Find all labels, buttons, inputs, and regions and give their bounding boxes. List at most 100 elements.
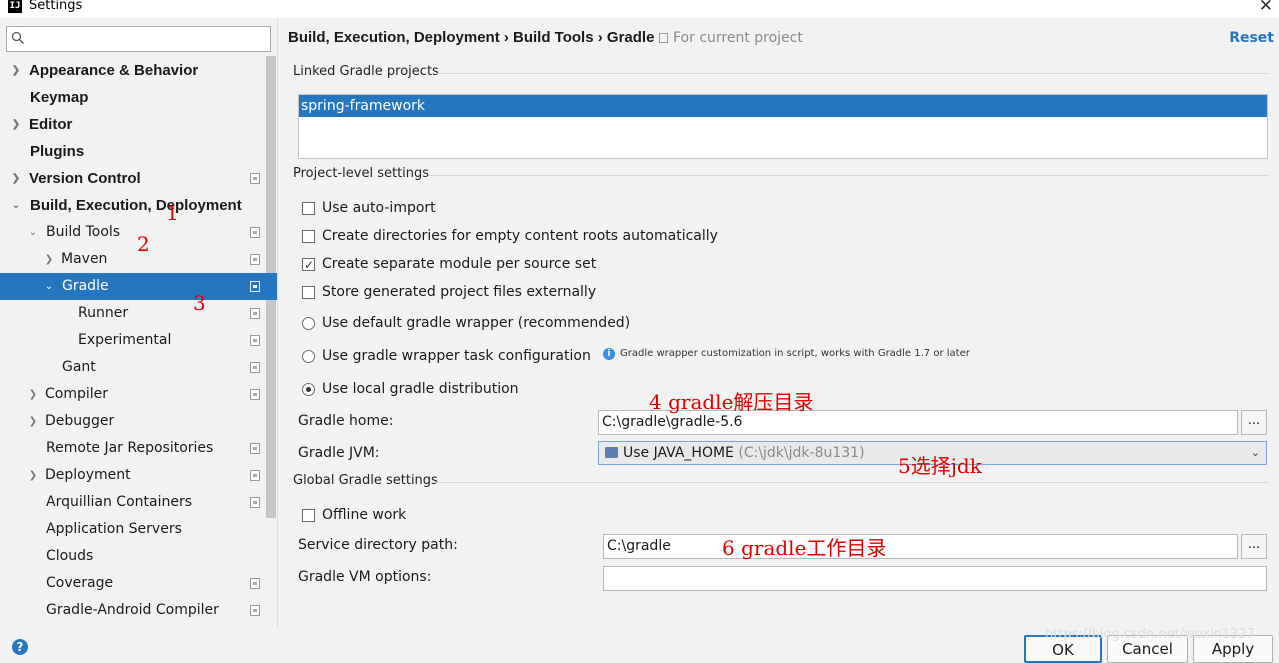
divider <box>429 175 1269 176</box>
sidebar-item-editor[interactable]: ❯ Editor <box>0 111 266 138</box>
sidebar-item-appearance[interactable]: ❯ Appearance & Behavior <box>0 57 266 84</box>
gradle-jvm-select[interactable]: Use JAVA_HOME (C:\jdk\jdk-8u131) ⌄ <box>598 441 1267 465</box>
chevron-down-icon: ⌄ <box>44 281 54 292</box>
project-settings-icon <box>250 578 260 589</box>
vm-options-field[interactable] <box>603 566 1267 591</box>
checkbox-label: Create separate module per source set <box>322 256 597 272</box>
sidebar-item-clouds[interactable]: Clouds <box>0 543 266 570</box>
chevron-right-icon: ❯ <box>28 470 38 481</box>
radio-label: Use gradle wrapper task configuration <box>322 348 591 364</box>
checkbox-box[interactable] <box>302 255 315 275</box>
scope-text: For current project <box>673 30 803 46</box>
sidebar-item-label: Maven <box>61 251 108 267</box>
sidebar-item-experimental[interactable]: Experimental <box>0 327 266 354</box>
chevron-right-icon: ❯ <box>11 65 21 76</box>
checkbox-box[interactable] <box>302 509 315 522</box>
project-settings-icon <box>250 335 260 346</box>
checkbox-box[interactable] <box>302 286 315 299</box>
section-linked-projects: Linked Gradle projects <box>293 64 439 79</box>
sidebar-item-keymap[interactable]: Keymap <box>0 84 266 111</box>
radio-label: Use local gradle distribution <box>322 381 519 397</box>
divider <box>437 73 1269 74</box>
service-dir-browse-button[interactable]: ... <box>1241 534 1267 559</box>
gradle-home-field[interactable]: C:\gradle\gradle-5.6 <box>598 410 1238 435</box>
sidebar-item-label: Build Tools <box>46 224 121 240</box>
sidebar-item-label: Runner <box>78 305 129 321</box>
ok-button[interactable]: OK <box>1024 635 1102 663</box>
info-icon: i <box>603 348 615 360</box>
gradle-home-label: Gradle home: <box>298 413 394 429</box>
sidebar-item-label: Remote Jar Repositories <box>46 440 214 456</box>
sidebar-item-debugger[interactable]: ❯ Debugger <box>0 408 266 435</box>
sidebar-item-label: Compiler <box>45 386 109 402</box>
search-icon <box>11 31 24 44</box>
chevron-right-icon: ❯ <box>28 389 38 400</box>
checkbox-box[interactable] <box>302 230 315 243</box>
list-item[interactable]: spring-framework <box>299 95 1267 117</box>
sidebar-item-build-execution-deployment[interactable]: ⌄ Build, Execution, Deployment <box>0 192 266 219</box>
gradle-jvm-label: Gradle JVM: <box>298 445 380 461</box>
divider <box>434 482 1269 483</box>
window-title: Settings <box>29 0 83 13</box>
project-settings-icon <box>250 281 260 292</box>
sidebar-item-label: Experimental <box>78 332 172 348</box>
section-global: Global Gradle settings <box>293 473 438 488</box>
gradle-settings-panel: Build, Execution, Deployment › Build Too… <box>279 18 1279 627</box>
sidebar-item-label: Arquillian Containers <box>46 494 193 510</box>
sidebar-item-remote-jar-repositories[interactable]: Remote Jar Repositories <box>0 435 266 462</box>
service-dir-field[interactable]: C:\gradle <box>603 534 1238 559</box>
project-settings-icon <box>250 254 260 265</box>
close-icon[interactable]: ✕ <box>1259 0 1273 16</box>
sidebar-item-maven[interactable]: ❯ Maven <box>0 246 266 273</box>
sidebar-item-arquillian-containers[interactable]: Arquillian Containers <box>0 489 266 516</box>
sidebar-item-label: Keymap <box>30 89 89 106</box>
reset-link[interactable]: Reset <box>1229 30 1274 46</box>
radio-button[interactable] <box>302 317 315 330</box>
chevron-down-icon: ⌄ <box>28 227 38 238</box>
sidebar-item-deployment[interactable]: ❯ Deployment <box>0 462 266 489</box>
sidebar-item-label: Editor <box>29 116 73 133</box>
sidebar-item-gradle-android-compiler[interactable]: Gradle-Android Compiler <box>0 597 266 624</box>
project-settings-icon <box>250 308 260 319</box>
cancel-button[interactable]: Cancel <box>1107 635 1188 663</box>
project-settings-icon <box>250 443 260 454</box>
sidebar-item-gradle[interactable]: ⌄ Gradle <box>0 273 277 300</box>
gradle-jvm-path: (C:\jdk\jdk-8u131) <box>738 445 865 461</box>
sidebar-item-coverage[interactable]: Coverage <box>0 570 266 597</box>
radio-button[interactable] <box>302 383 315 396</box>
project-settings-icon <box>250 470 260 481</box>
sidebar-item-application-servers[interactable]: Application Servers <box>0 516 266 543</box>
sidebar-item-version-control[interactable]: ❯ Version Control <box>0 165 266 192</box>
sidebar-item-build-tools[interactable]: ⌄ Build Tools <box>0 219 266 246</box>
service-dir-label: Service directory path: <box>298 537 458 553</box>
sidebar-item-label: Clouds <box>46 548 94 564</box>
breadcrumb: Build, Execution, Deployment › Build Too… <box>288 29 655 46</box>
linked-projects-list[interactable]: spring-framework <box>298 94 1268 159</box>
gradle-home-browse-button[interactable]: ... <box>1241 410 1267 435</box>
project-settings-icon <box>659 33 668 43</box>
sidebar-item-runner[interactable]: Runner <box>0 300 266 327</box>
checkbox-label: Offline work <box>322 507 407 523</box>
sidebar-item-plugins[interactable]: Plugins <box>0 138 266 165</box>
dialog-footer: ? OK Cancel Apply https://blog.csdn.net/… <box>0 627 1279 663</box>
help-icon[interactable]: ? <box>12 639 28 655</box>
radio-label: Use default gradle wrapper (recommended) <box>322 315 631 331</box>
sidebar-item-label: Deployment <box>45 467 131 483</box>
chevron-right-icon: ❯ <box>44 254 54 265</box>
checkbox-label: Store generated project files externally <box>322 284 597 300</box>
chevron-right-icon: ❯ <box>28 416 38 427</box>
checkbox-label: Use auto-import <box>322 200 436 216</box>
project-settings-icon <box>250 389 260 400</box>
sidebar-item-label: Version Control <box>29 170 141 187</box>
sidebar-item-label: Gant <box>62 359 96 375</box>
chevron-right-icon: ❯ <box>11 173 21 184</box>
search-input[interactable] <box>6 26 271 52</box>
sidebar-item-label: Gradle <box>62 278 109 294</box>
apply-button[interactable]: Apply <box>1193 635 1273 663</box>
radio-button[interactable] <box>302 350 315 363</box>
chevron-down-icon: ⌄ <box>1250 446 1260 459</box>
vm-options-label: Gradle VM options: <box>298 569 432 585</box>
checkbox-box[interactable] <box>302 202 315 215</box>
sidebar-item-gant[interactable]: Gant <box>0 354 266 381</box>
sidebar-item-compiler[interactable]: ❯ Compiler <box>0 381 266 408</box>
